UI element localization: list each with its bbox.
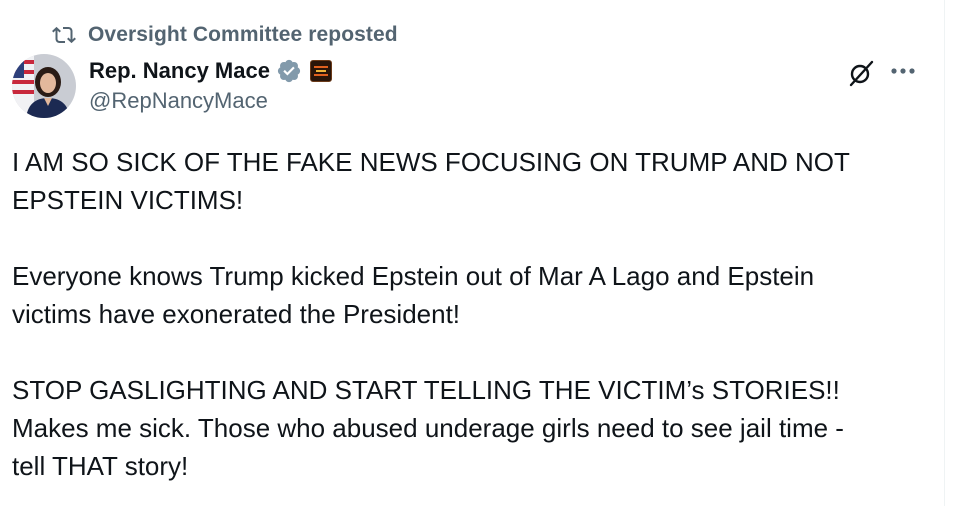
more-icon[interactable] [884,56,922,86]
post-text: I AM SO SICK OF THE FAKE NEWS FOCUSING O… [12,143,937,485]
post-paragraph: Everyone knows Trump kicked Epstein out … [12,261,815,329]
author-name[interactable]: Rep. Nancy Mace [89,58,270,84]
grok-icon[interactable] [844,56,878,90]
avatar[interactable] [12,54,76,118]
repost-icon [52,23,76,47]
verified-badge-icon[interactable] [276,58,302,84]
repost-label: Oversight Committee reposted [88,23,398,46]
repost-context[interactable]: Oversight Committee reposted [52,22,398,48]
timeline-divider [944,0,945,506]
affiliate-badge-icon[interactable] [309,60,332,82]
author-handle[interactable]: @RepNancyMace [89,88,268,114]
post-paragraph: I AM SO SICK OF THE FAKE NEWS FOCUSING O… [12,147,850,215]
post-paragraph: STOP GASLIGHTING AND START TELLING THE V… [12,375,844,481]
